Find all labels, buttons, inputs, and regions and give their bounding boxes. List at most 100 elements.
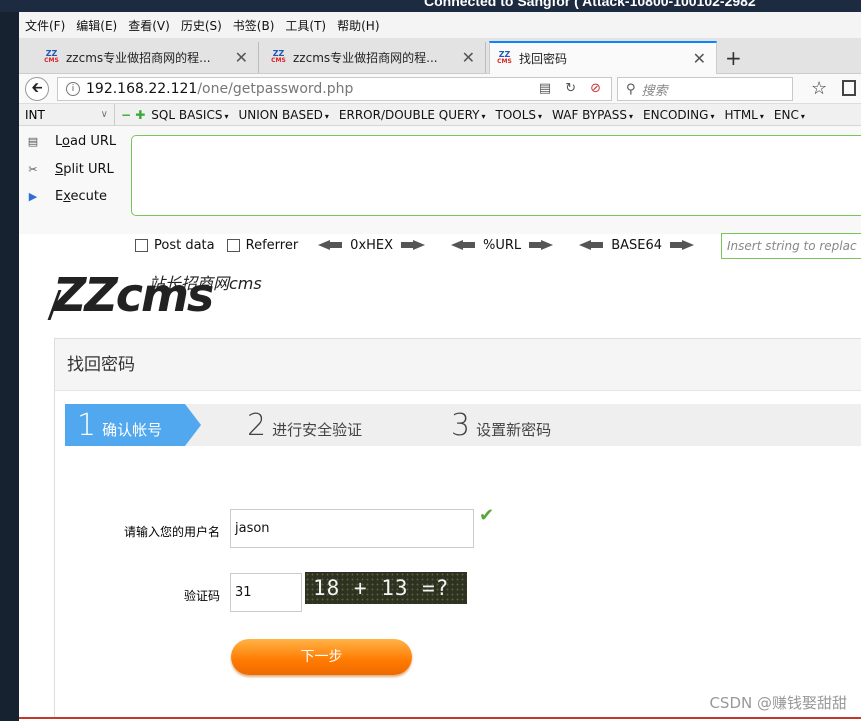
menu-history[interactable]: 历史(S) bbox=[181, 17, 222, 34]
menu-union-based[interactable]: UNION BASED bbox=[238, 108, 328, 122]
captcha-input[interactable]: 31 bbox=[230, 573, 302, 612]
insert-string-input[interactable]: Insert string to replac bbox=[721, 233, 861, 259]
menu-enc[interactable]: ENC bbox=[774, 108, 805, 122]
step-label: 设置新密码 bbox=[476, 420, 552, 439]
next-step-button[interactable]: 下一步 bbox=[231, 639, 412, 675]
url-encode-arrow-icon[interactable] bbox=[529, 240, 554, 250]
captcha-text: 18 + 13 =? bbox=[313, 576, 450, 600]
menu-tools[interactable]: 工具(T) bbox=[285, 17, 326, 34]
bookmark-star-icon[interactable]: ☆ bbox=[811, 78, 827, 99]
back-arrow-icon: 🡰 bbox=[31, 80, 43, 96]
web-page: ZZcms 站长招商网cms 找回密码 1 确认帐号 2 进行安全验证 3 设置… bbox=[19, 262, 861, 721]
watermark: CSDN @赚钱娶甜甜 bbox=[709, 694, 847, 712]
block-icon[interactable]: ⊘ bbox=[590, 81, 601, 96]
zzcms-favicon-icon: ZZ CMS bbox=[497, 50, 512, 66]
referrer-checkbox[interactable] bbox=[226, 238, 240, 252]
menu-edit[interactable]: 编辑(E) bbox=[76, 17, 117, 34]
menu-file[interactable]: 文件(F) bbox=[25, 17, 65, 34]
hackbar-toolbar: INT ∨ − ✚ SQL BASICS UNION BASED ERROR/D… bbox=[19, 103, 861, 126]
minus-plus-icon[interactable]: − ✚ bbox=[121, 108, 145, 122]
menu-bookmarks[interactable]: 书签(B) bbox=[233, 17, 275, 34]
menu-help[interactable]: 帮助(H) bbox=[337, 17, 379, 34]
remote-session-banner: Connected to Sangfor ( Attack-10800-1001… bbox=[0, 0, 861, 12]
menu-bar: 文件(F) 编辑(E) 查看(V) 历史(S) 书签(B) 工具(T) 帮助(H… bbox=[19, 12, 861, 38]
play-icon: ▶ bbox=[28, 190, 38, 203]
url-host: 192.168.22.121 bbox=[86, 81, 198, 97]
page-title: 找回密码 bbox=[55, 339, 861, 391]
close-icon[interactable]: ✕ bbox=[693, 49, 706, 68]
base64-decode-arrow-icon[interactable] bbox=[579, 240, 604, 250]
tab-title: 找回密码 bbox=[519, 52, 568, 66]
split-url-button[interactable]: ✂ Split URL bbox=[25, 162, 114, 177]
execute-button[interactable]: ▶ Execute bbox=[25, 189, 107, 204]
url-bar[interactable]: i 192.168.22.121/one/getpassword.php ▤ ↻… bbox=[57, 77, 612, 101]
close-icon[interactable]: ✕ bbox=[462, 48, 475, 67]
browser-window: 文件(F) 编辑(E) 查看(V) 历史(S) 书签(B) 工具(T) 帮助(H… bbox=[19, 12, 861, 721]
menu-waf-bypass[interactable]: WAF BYPASS bbox=[552, 108, 633, 122]
library-icon[interactable] bbox=[842, 80, 856, 96]
hackbar-type-value: INT bbox=[25, 107, 45, 122]
menu-tools-hackbar[interactable]: TOOLS bbox=[496, 108, 543, 122]
hackbar-options: Post data Referrer 0xHEX %URL BASE64 Ins… bbox=[135, 233, 861, 259]
step-number: 1 bbox=[77, 407, 97, 443]
zzcms-favicon-icon: ZZ CMS bbox=[271, 49, 286, 65]
menu-error-double-query[interactable]: ERROR/DOUBLE QUERY bbox=[339, 108, 486, 122]
menu-view[interactable]: 查看(V) bbox=[128, 17, 170, 34]
new-tab-button[interactable]: + bbox=[725, 46, 742, 70]
urlbar-actions: ▤ ↻ ⊘ bbox=[539, 81, 601, 96]
chevron-down-icon: ∨ bbox=[100, 109, 108, 120]
referrer-label: Referrer bbox=[245, 237, 299, 253]
logo-sub-text: 站长招商网cms bbox=[149, 274, 262, 293]
menu-html[interactable]: HTML bbox=[724, 108, 763, 122]
hex-decode-arrow-icon[interactable] bbox=[318, 240, 343, 250]
desktop-edge bbox=[0, 12, 19, 721]
close-icon[interactable]: ✕ bbox=[235, 48, 248, 67]
step-security-verify: 2 进行安全验证 bbox=[247, 404, 362, 446]
search-icon: ⚲ bbox=[626, 81, 636, 97]
search-placeholder: 搜索 bbox=[641, 83, 668, 99]
hex-encode-arrow-icon[interactable] bbox=[401, 240, 426, 250]
referrer-option[interactable]: Referrer bbox=[226, 237, 299, 253]
hex-label: 0xHEX bbox=[350, 237, 394, 253]
captcha-image[interactable]: 18 + 13 =? bbox=[305, 572, 467, 604]
site-info-icon[interactable]: i bbox=[66, 82, 80, 96]
search-box[interactable]: ⚲ 搜索 bbox=[617, 77, 793, 101]
load-url-button[interactable]: ▤ Load URL bbox=[25, 134, 116, 149]
username-input[interactable]: jason bbox=[230, 509, 474, 548]
base64-label: BASE64 bbox=[611, 237, 663, 253]
hackbar-type-select[interactable]: INT ∨ bbox=[19, 103, 115, 126]
post-data-option[interactable]: Post data bbox=[135, 238, 215, 253]
post-data-checkbox[interactable] bbox=[135, 238, 148, 252]
menu-sql-basics[interactable]: SQL BASICS bbox=[151, 108, 228, 122]
split-url-label: Split URL bbox=[55, 162, 114, 177]
navigation-bar: 🡰 i 192.168.22.121/one/getpassword.php ▤… bbox=[19, 74, 861, 104]
execute-label: Execute bbox=[55, 189, 107, 204]
zzcms-favicon-icon: ZZ CMS bbox=[44, 49, 59, 65]
captcha-label: 验证码 bbox=[183, 589, 220, 603]
hackbar-url-textarea[interactable] bbox=[131, 135, 861, 216]
checkmark-icon: ✔ bbox=[479, 505, 495, 526]
page-bottom-divider bbox=[19, 717, 861, 719]
post-data-label: Post data bbox=[154, 237, 215, 253]
tab-getpassword-active[interactable]: ZZ CMS 找回密码 ✕ bbox=[489, 41, 717, 74]
step-progress: 1 确认帐号 2 进行安全验证 3 设置新密码 bbox=[65, 404, 861, 446]
step-new-password: 3 设置新密码 bbox=[451, 404, 551, 446]
tab-title: zzcms专业做招商网的程... bbox=[66, 51, 211, 65]
load-url-label: Load URL bbox=[55, 134, 117, 149]
reader-view-icon[interactable]: ▤ bbox=[539, 81, 551, 96]
tab-title: zzcms专业做招商网的程... bbox=[293, 51, 438, 65]
tab-zzcms-1[interactable]: ZZ CMS zzcms专业做招商网的程... ✕ bbox=[37, 42, 259, 73]
reload-icon[interactable]: ↻ bbox=[565, 81, 576, 96]
username-label: 请输入您的用户名 bbox=[123, 525, 220, 539]
load-url-icon: ▤ bbox=[27, 135, 39, 148]
menu-encoding[interactable]: ENCODING bbox=[643, 108, 714, 122]
password-recovery-panel: 找回密码 1 确认帐号 2 进行安全验证 3 设置新密码 请输入您的用户名 ja… bbox=[54, 338, 861, 718]
url-decode-arrow-icon[interactable] bbox=[451, 240, 476, 250]
back-button[interactable]: 🡰 bbox=[25, 77, 49, 101]
tab-zzcms-2[interactable]: ZZ CMS zzcms专业做招商网的程... ✕ bbox=[264, 42, 486, 73]
tab-strip: ZZ CMS zzcms专业做招商网的程... ✕ ZZ CMS zzcms专业做招… bbox=[19, 38, 861, 74]
url-path: /one/getpassword.php bbox=[197, 81, 354, 97]
base64-encode-arrow-icon[interactable] bbox=[670, 240, 695, 250]
zzcms-logo: ZZcms 站长招商网cms bbox=[47, 270, 262, 320]
url-encoding-label: %URL bbox=[483, 237, 522, 253]
